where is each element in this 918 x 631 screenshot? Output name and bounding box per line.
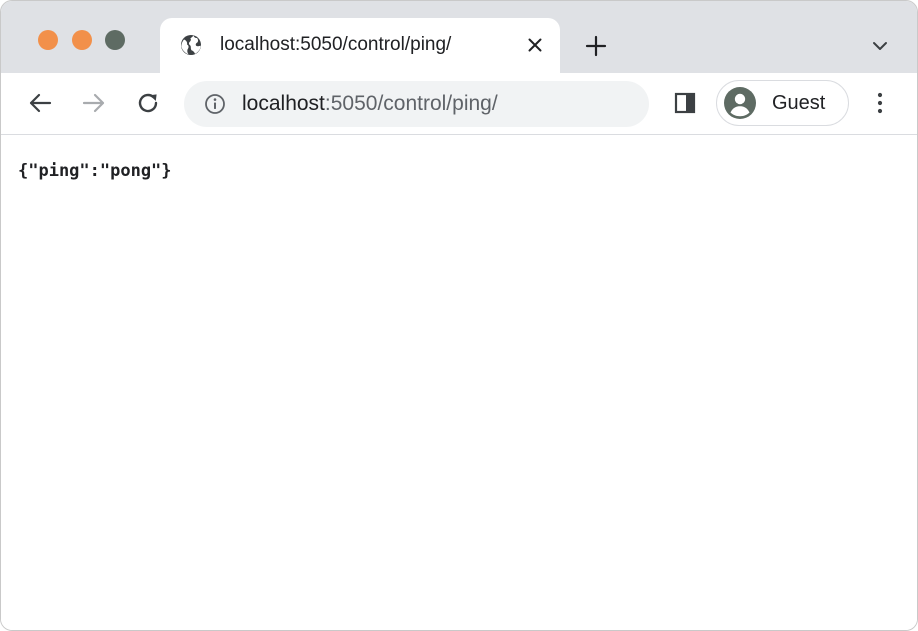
tab-title: localhost:5050/control/ping/ xyxy=(220,34,452,55)
url-path: :5050/control/ping/ xyxy=(324,92,498,115)
new-tab-button[interactable] xyxy=(581,31,611,61)
address-bar[interactable]: localhost:5050/control/ping/ xyxy=(184,81,649,127)
more-menu-icon[interactable] xyxy=(867,89,893,117)
page-content: {"ping":"pong"} xyxy=(1,135,917,630)
tab-active[interactable]: localhost:5050/control/ping/ xyxy=(160,18,560,74)
globe-icon xyxy=(181,35,201,55)
window-close-button[interactable] xyxy=(38,30,58,50)
browser-toolbar: localhost:5050/control/ping/ Guest xyxy=(1,73,917,135)
window-minimize-button[interactable] xyxy=(72,30,92,50)
forward-arrow-icon[interactable] xyxy=(79,88,109,118)
browser-window: localhost:5050/control/ping/ localhost:5… xyxy=(0,0,918,631)
tab-strip: localhost:5050/control/ping/ xyxy=(1,1,917,74)
url-text[interactable]: localhost:5050/control/ping/ xyxy=(242,91,498,117)
side-panel-icon[interactable] xyxy=(672,90,698,116)
close-icon[interactable] xyxy=(522,32,548,58)
reload-icon[interactable] xyxy=(133,88,163,118)
avatar-icon xyxy=(724,87,756,119)
profile-button[interactable]: Guest xyxy=(716,80,849,126)
back-arrow-icon[interactable] xyxy=(25,88,55,118)
profile-label: Guest xyxy=(772,92,826,114)
url-host: localhost xyxy=(242,92,325,115)
json-response-text: {"ping":"pong"} xyxy=(18,161,172,181)
info-icon[interactable] xyxy=(204,93,226,115)
window-maximize-button[interactable] xyxy=(105,30,125,50)
chevron-down-icon[interactable] xyxy=(867,33,893,59)
